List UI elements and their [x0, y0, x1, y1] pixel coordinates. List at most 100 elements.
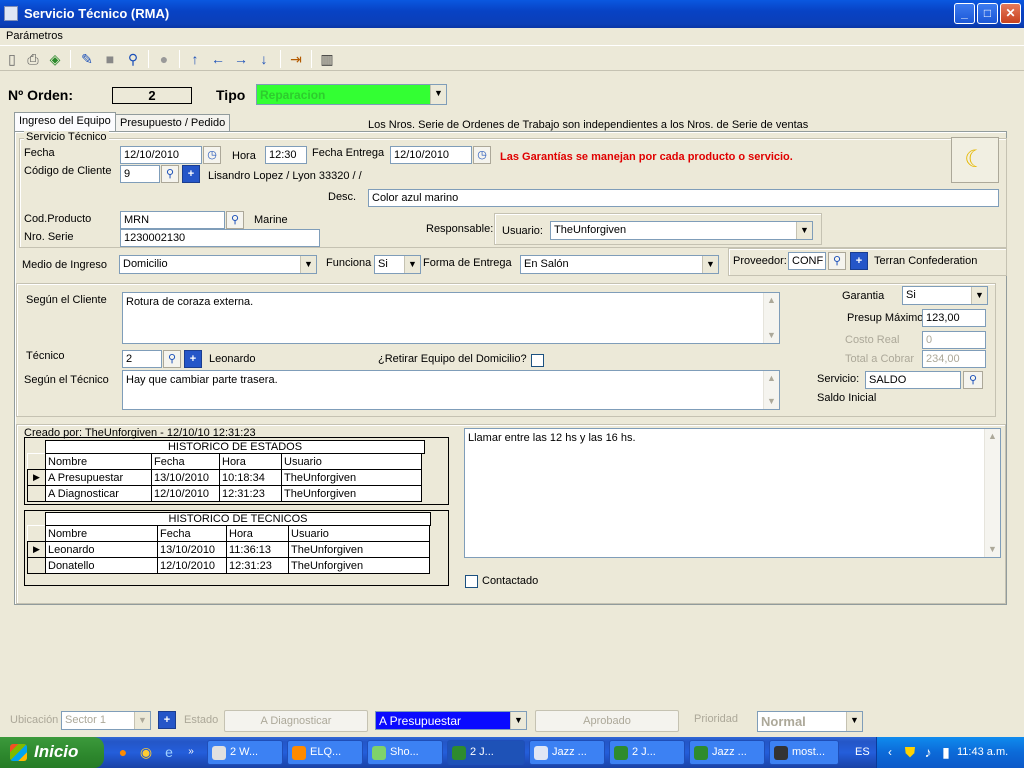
maximize-button[interactable]: □ [977, 3, 998, 24]
fecha-input[interactable]: 12/10/2010 [120, 146, 202, 164]
orden-label: Nº Orden: [8, 87, 74, 103]
table-row[interactable]: A Diagnosticar 12/10/2010 12:31:23 TheUn… [27, 485, 422, 502]
add-location-icon[interactable]: + [158, 711, 176, 729]
calendar-icon[interactable]: ◷ [473, 146, 491, 164]
close-button[interactable]: ✕ [1000, 3, 1021, 24]
arrow-down-icon[interactable]: ↓ [255, 50, 273, 68]
contactado-label: Contactado [482, 575, 539, 587]
diagnosticar-button[interactable]: A Diagnosticar [224, 710, 368, 732]
task-button[interactable]: Jazz ... [529, 740, 605, 765]
search-icon[interactable]: ⚲ [124, 50, 142, 68]
estados-table: Nombre Fecha Hora Usuario ▶ A Presupuest… [27, 453, 422, 502]
quicklaunch-arrow-icon[interactable]: » [182, 743, 200, 761]
task-button[interactable]: Sho... [367, 740, 443, 765]
task-button[interactable]: 2 J... [609, 740, 685, 765]
search-client-icon[interactable]: ⚲ [161, 165, 179, 183]
chevron-down-icon: ▼ [134, 712, 150, 729]
print-icon[interactable]: ⎙ [24, 50, 42, 68]
calendar-icon[interactable]: ◷ [203, 146, 221, 164]
stop-icon[interactable]: ■ [101, 50, 119, 68]
task-button[interactable]: 2 W... [207, 740, 283, 765]
app-icon [534, 746, 548, 760]
chevron-down-icon: ▼ [510, 712, 526, 729]
columns-icon[interactable]: ▥ [318, 50, 336, 68]
task-button[interactable]: ELQ... [287, 740, 363, 765]
prioridad-select[interactable]: Normal ▼ [757, 711, 863, 732]
start-button[interactable]: Inicio [0, 737, 104, 768]
producto-name: Marine [254, 214, 288, 226]
serie-input[interactable]: 1230002130 [120, 229, 320, 247]
new-icon[interactable]: ▯ [3, 50, 21, 68]
medio-label: Medio de Ingreso [22, 259, 107, 271]
clear-icon[interactable]: ✎ [78, 50, 96, 68]
nota-textarea[interactable]: Llamar entre las 12 hs y las 16 hs. ▲ ▼ [464, 428, 1001, 558]
shield-icon[interactable]: ⛊ [901, 743, 919, 761]
task-button[interactable]: Jazz ... [689, 740, 765, 765]
record-icon[interactable]: ● [155, 50, 173, 68]
producto-input[interactable]: MRN [120, 211, 225, 229]
scrollbar[interactable]: ▲ ▼ [763, 293, 779, 343]
estado-select[interactable]: A Presupuestar ▼ [375, 711, 527, 730]
search-provider-icon[interactable]: ⚲ [828, 252, 846, 270]
table-header-row: Nombre Fecha Hora Usuario [27, 525, 430, 542]
minimize-button[interactable]: _ [954, 3, 975, 24]
scrollbar[interactable]: ▲ ▼ [763, 371, 779, 409]
arrow-right-icon[interactable]: → [232, 50, 250, 68]
banana-icon[interactable]: ☾ [951, 137, 999, 183]
producto-label: Cod.Producto [24, 213, 92, 225]
retirar-checkbox[interactable] [531, 354, 544, 367]
presup-input[interactable]: 123,00 [922, 309, 986, 327]
ie-icon[interactable]: e [160, 743, 178, 761]
language-indicator[interactable]: ES [855, 746, 870, 758]
add-provider-icon[interactable]: + [850, 252, 868, 270]
clock-app-icon[interactable]: ◉ [137, 743, 155, 761]
task-button[interactable]: 2 J... [447, 740, 525, 765]
tray-expand-icon[interactable]: ‹ [881, 743, 899, 761]
contactado-checkbox[interactable] [465, 575, 478, 588]
arrow-left-icon[interactable]: ← [209, 50, 227, 68]
funciona-select[interactable]: Si ▼ [374, 255, 421, 274]
table-row[interactable]: ▶ Leonardo 13/10/2010 11:36:13 TheUnforg… [27, 541, 430, 558]
cliente-name: Lisandro Lopez / Lyon 33320 / / [208, 170, 362, 182]
aprobado-button[interactable]: Aprobado [535, 710, 679, 732]
usuario-select[interactable]: TheUnforgiven ▼ [550, 221, 813, 240]
segun-cliente-textarea[interactable]: Rotura de coraza externa. ▲ ▼ [122, 292, 780, 344]
chevron-down-icon: ▼ [971, 287, 987, 304]
add-technician-icon[interactable]: + [184, 350, 202, 368]
hora-input[interactable]: 12:30 [265, 146, 307, 164]
tab-presupuesto[interactable]: Presupuesto / Pedido [115, 114, 231, 132]
tab-ingreso[interactable]: Ingreso del Equipo [14, 112, 116, 132]
menu-parametros[interactable]: Parámetros [6, 30, 63, 42]
medio-select[interactable]: Domicilio ▼ [119, 255, 317, 274]
search-service-icon[interactable]: ⚲ [963, 371, 983, 389]
table-row[interactable]: ▶ A Presupuestar 13/10/2010 10:18:34 The… [27, 469, 422, 486]
arrow-up-icon[interactable]: ↑ [186, 50, 204, 68]
search-technician-icon[interactable]: ⚲ [163, 350, 181, 368]
exit-icon[interactable]: ⇥ [287, 50, 305, 68]
costo-label: Costo Real [845, 334, 900, 346]
task-button[interactable]: most... [769, 740, 839, 765]
volume-icon[interactable]: ♪ [919, 743, 937, 761]
scrollbar[interactable]: ▲ ▼ [984, 429, 1000, 557]
tipo-select[interactable]: Reparacion ▼ [256, 84, 447, 105]
fecha-label: Fecha [24, 147, 55, 159]
network-icon[interactable]: ▮ [937, 743, 955, 761]
fecha-entrega-input[interactable]: 12/10/2010 [390, 146, 472, 164]
refresh-icon[interactable]: ◈ [46, 50, 64, 68]
presup-label: Presup Máximo [847, 312, 924, 324]
add-client-icon[interactable]: + [182, 165, 200, 183]
garantia-select[interactable]: Si ▼ [902, 286, 988, 305]
desc-input[interactable]: Color azul marino [368, 189, 999, 207]
cliente-input[interactable]: 9 [120, 165, 160, 183]
servicio-input[interactable]: SALDO [865, 371, 961, 389]
status-area: Ubicación Sector 1 ▼ + Estado A Diagnost… [0, 707, 1024, 737]
search-product-icon[interactable]: ⚲ [226, 211, 244, 229]
proveedor-input[interactable]: CONF [788, 252, 826, 270]
table-row[interactable]: Donatello 12/10/2010 12:31:23 TheUnforgi… [27, 557, 430, 574]
forma-select[interactable]: En Salón ▼ [520, 255, 719, 274]
segun-tecnico-textarea[interactable]: Hay que cambiar parte trasera. ▲ ▼ [122, 370, 780, 410]
tecnico-input[interactable]: 2 [122, 350, 162, 368]
ubicacion-select[interactable]: Sector 1 ▼ [61, 711, 151, 730]
firefox-icon[interactable]: ● [114, 743, 132, 761]
firefox-icon [292, 746, 306, 760]
